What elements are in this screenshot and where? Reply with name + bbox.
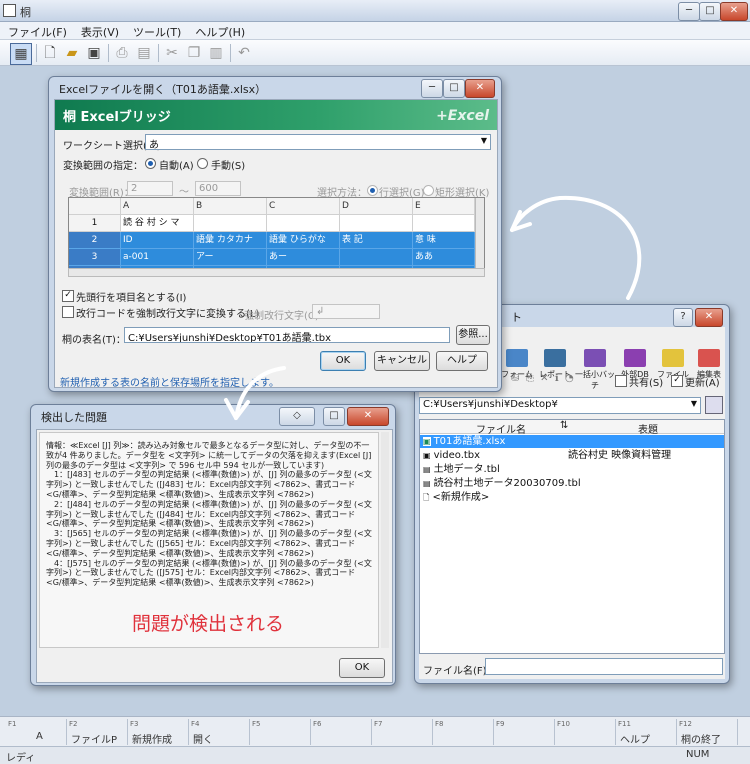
fkey-f9[interactable]: F9: [494, 719, 555, 745]
fkey-f1[interactable]: F1 A: [6, 719, 67, 745]
fkey-f11[interactable]: F11 ヘルプ: [616, 719, 677, 746]
annotation-arrows: [224, 195, 642, 420]
fkey-f3[interactable]: F3 新規作成: [128, 719, 189, 746]
fkey-f5[interactable]: F5: [250, 719, 311, 745]
fkey-f10[interactable]: F10: [555, 719, 616, 745]
fkey-f7[interactable]: F7: [372, 719, 433, 745]
arrow-to-dialog: [510, 195, 642, 300]
function-key-bar: F1 A F2 ファイルP F3 新規作成 F4 開く F5 F6 F7 F8 F9 F…: [0, 716, 750, 746]
num-lock-indicator: NUM: [686, 749, 710, 760]
fkey-f12[interactable]: F12 桐の終了: [677, 719, 738, 746]
fkey-f8[interactable]: F8: [433, 719, 494, 745]
fkey-f2[interactable]: F2 ファイルP: [67, 719, 128, 746]
fkey-f4[interactable]: F4 開く: [189, 719, 250, 746]
status-bar: レディ NUM: [0, 746, 750, 764]
status-text: レディ: [6, 753, 36, 764]
fkey-f6[interactable]: F6: [311, 719, 372, 745]
